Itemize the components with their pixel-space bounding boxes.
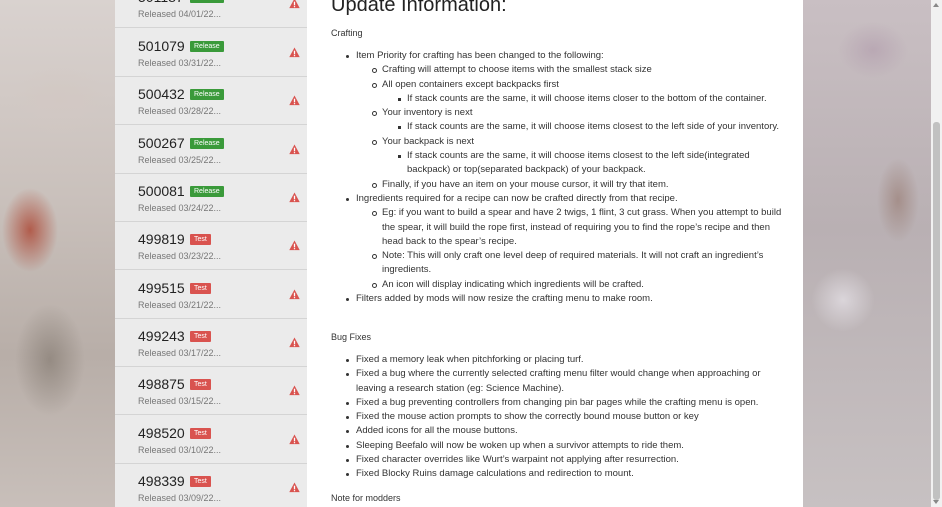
build-number: 499243	[138, 328, 185, 344]
background-art-right	[803, 0, 931, 507]
warning-triangle-icon	[289, 337, 300, 348]
scroll-thumb[interactable]	[933, 122, 940, 500]
build-list-item[interactable]: 500081 Release Released 03/24/22...	[115, 174, 307, 222]
bugfix-section-title: Bug Fixes	[331, 332, 372, 342]
release-date: Released 03/17/22...	[138, 348, 222, 358]
bullet-item-level-1: Fixed the mouse action prompts to show t…	[331, 410, 791, 424]
release-date: Released 03/24/22...	[138, 203, 222, 213]
warning-triangle-icon	[289, 385, 300, 396]
release-badge: Release	[190, 41, 224, 52]
build-number: 499819	[138, 231, 185, 247]
warning-triangle-icon	[289, 192, 300, 203]
release-date: Released 03/28/22...	[138, 106, 222, 116]
release-date: Released 03/31/22...	[138, 58, 222, 68]
bullet-item-level-2: Crafting will attempt to choose items wi…	[331, 63, 791, 77]
warning-triangle-icon	[289, 434, 300, 445]
build-number: 500267	[138, 135, 185, 151]
bullet-item-level-1: Sleeping Beefalo will now be woken up wh…	[331, 439, 791, 453]
build-list-item[interactable]: 501079 Release Released 03/31/22...	[115, 29, 307, 77]
build-list-item[interactable]: 499515 Test Released 03/21/22...	[115, 271, 307, 319]
build-list-item[interactable]: 499819 Test Released 03/23/22...	[115, 222, 307, 270]
crafting-list: Item Priority for crafting has been chan…	[331, 49, 791, 306]
test-badge: Test	[190, 379, 211, 390]
release-badge: Release	[190, 0, 224, 3]
scroll-up-icon[interactable]	[933, 3, 939, 7]
test-badge: Test	[190, 234, 211, 245]
build-list-item[interactable]: 501187 Release Released 04/01/22...	[115, 0, 307, 28]
build-number: 500432	[138, 86, 185, 102]
build-list-item[interactable]: 498875 Test Released 03/15/22...	[115, 367, 307, 415]
build-number: 499515	[138, 280, 185, 296]
test-badge: Test	[190, 428, 211, 439]
release-badge: Release	[190, 186, 224, 197]
bullet-item-level-1: Fixed a bug where the currently selected…	[331, 367, 791, 396]
bullet-item-level-1: Fixed character overrides like Wurt’s wa…	[331, 453, 791, 467]
bullet-item-level-1: Item Priority for crafting has been chan…	[331, 49, 791, 63]
update-info-panel: Update Information: Crafting Item Priori…	[307, 0, 803, 507]
bullet-item-level-2: All open containers except backpacks fir…	[331, 78, 791, 92]
release-date: Released 03/25/22...	[138, 155, 222, 165]
background-art-left	[0, 0, 115, 507]
release-date: Released 03/09/22...	[138, 493, 222, 503]
crafting-section-title: Crafting	[331, 28, 363, 38]
build-list-item[interactable]: 500432 Release Released 03/28/22...	[115, 77, 307, 125]
release-date: Released 03/10/22...	[138, 445, 222, 455]
release-badge: Release	[190, 89, 224, 100]
build-list-item[interactable]: 499243 Test Released 03/17/22...	[115, 319, 307, 367]
release-date: Released 04/01/22...	[138, 9, 222, 19]
bullet-item-level-3: If stack counts are the same, it will ch…	[331, 92, 791, 106]
build-list-item[interactable]: 498339 Test Released 03/09/22...	[115, 464, 307, 507]
release-date: Released 03/15/22...	[138, 396, 222, 406]
page-title: Update Information:	[331, 0, 507, 16]
build-number: 500081	[138, 183, 185, 199]
test-badge: Test	[190, 283, 211, 294]
bullet-item-level-2: An icon will display indicating which in…	[331, 278, 791, 292]
bullet-item-level-1: Added icons for all the mouse buttons.	[331, 424, 791, 438]
bullet-item-level-1: Fixed a bug preventing controllers from …	[331, 396, 791, 410]
page-scrollbar[interactable]	[931, 0, 942, 507]
bullet-item-level-2: Finally, if you have an item on your mou…	[331, 178, 791, 192]
release-badge: Release	[190, 138, 224, 149]
build-list-sidebar: 501187 Release Released 04/01/22... 501079 R…	[115, 0, 307, 507]
bullet-item-level-1: Fixed Blocky Ruins damage calculations a…	[331, 467, 791, 481]
bullet-item-level-3: If stack counts are the same, it will ch…	[331, 149, 791, 178]
scroll-down-icon[interactable]	[933, 500, 939, 504]
bullet-item-level-2: Your backpack is next	[331, 135, 791, 149]
build-list-item[interactable]: 498520 Test Released 03/10/22...	[115, 416, 307, 464]
bullet-item-level-3: If stack counts are the same, it will ch…	[331, 120, 791, 134]
build-number: 501079	[138, 38, 185, 54]
warning-triangle-icon	[289, 144, 300, 155]
test-badge: Test	[190, 331, 211, 342]
release-date: Released 03/23/22...	[138, 251, 222, 261]
bullet-item-level-1: Filters added by mods will now resize th…	[331, 292, 791, 306]
warning-triangle-icon	[289, 289, 300, 300]
modders-section-title: Note for modders	[331, 493, 401, 503]
bullet-item-level-2: Eg: if you want to build a spear and hav…	[331, 206, 791, 249]
build-number: 498339	[138, 473, 185, 489]
build-list-item[interactable]: 500267 Release Released 03/25/22...	[115, 126, 307, 174]
build-number: 498520	[138, 425, 185, 441]
warning-triangle-icon	[289, 47, 300, 58]
bullet-item-level-2: Your inventory is next	[331, 106, 791, 120]
bugfix-list: Fixed a memory leak when pitchforking or…	[331, 353, 791, 482]
warning-triangle-icon	[289, 95, 300, 106]
warning-triangle-icon	[289, 240, 300, 251]
bullet-item-level-1: Fixed a memory leak when pitchforking or…	[331, 353, 791, 367]
bullet-item-level-2: Note: This will only craft one level dee…	[331, 249, 791, 278]
bullet-item-level-1: Ingredients required for a recipe can no…	[331, 192, 791, 206]
build-number: 498875	[138, 376, 185, 392]
release-date: Released 03/21/22...	[138, 300, 222, 310]
build-number: 501187	[138, 0, 184, 5]
test-badge: Test	[190, 476, 211, 487]
warning-triangle-icon	[289, 482, 300, 493]
warning-triangle-icon	[289, 0, 300, 9]
